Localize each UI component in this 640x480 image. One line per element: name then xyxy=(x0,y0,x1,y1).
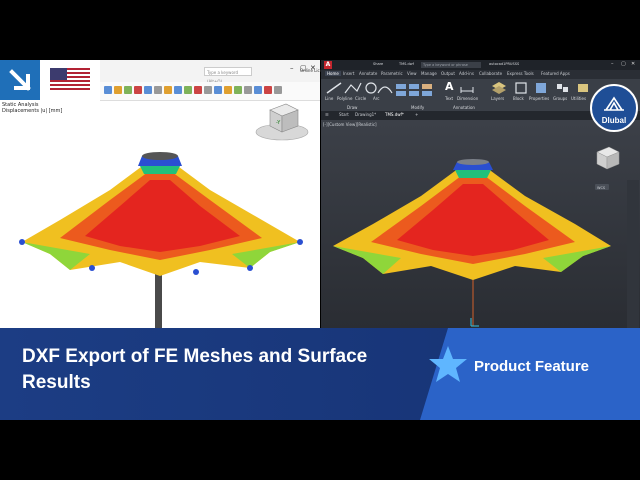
rfem-toolbar xyxy=(100,82,320,101)
text-tool-icon[interactable]: A xyxy=(445,80,454,93)
arrow-down-right-icon xyxy=(9,69,31,91)
tab-featured-apps[interactable]: Featured Apps xyxy=(541,71,570,76)
umbrella-model-left xyxy=(19,152,303,328)
rfem-titlebar: Type a keyword (Alt+Q) Online License 6 … xyxy=(100,60,412,84)
dlubal-logo: Dlubal xyxy=(590,84,638,132)
minimize-icon[interactable]: – xyxy=(290,64,294,72)
viewport-label[interactable]: [-][Custom View][Realistic] xyxy=(323,122,377,127)
rfem-search-input[interactable]: Type a keyword (Alt+Q) xyxy=(204,67,252,84)
groups-icon[interactable] xyxy=(555,81,571,95)
info-line-result: Displacements |u| [mm] xyxy=(2,108,63,114)
dlubal-logo-text: Dlubal xyxy=(601,116,627,125)
tab-express-tools[interactable]: Express Tools xyxy=(507,71,534,76)
panel-label-draw: Draw xyxy=(347,105,358,110)
dimension-tool-icon[interactable] xyxy=(459,81,475,95)
us-flag xyxy=(40,60,100,100)
toolbar-tool-icon[interactable] xyxy=(264,86,272,94)
view-cube[interactable]: -Y xyxy=(252,100,312,144)
cad-user-label[interactable]: autocad1PRUSSS xyxy=(489,62,519,66)
toolbar-tool-icon[interactable] xyxy=(124,86,132,94)
cad-file-name: TMS.dwf xyxy=(399,62,414,66)
tab-view[interactable]: View xyxy=(407,71,417,76)
product-feature-label: Product Feature xyxy=(474,358,590,375)
doc-tab-tms[interactable]: TMS.dwf* xyxy=(385,112,404,117)
umbrella-model-right xyxy=(333,159,611,327)
line-tool-icon[interactable] xyxy=(325,81,345,95)
tab-home[interactable]: Home xyxy=(325,71,341,76)
letterbox-bottom xyxy=(0,420,640,480)
toolbar-tool-icon[interactable] xyxy=(164,86,172,94)
tool-label-arc: Arc xyxy=(373,96,380,101)
tab-output[interactable]: Output xyxy=(441,71,455,76)
tool-label-line: Line xyxy=(325,96,334,101)
block-icon[interactable] xyxy=(513,81,529,95)
close-icon[interactable]: ✕ xyxy=(631,61,635,67)
doc-tab-drawing1[interactable]: Drawing1* xyxy=(355,112,376,117)
tab-annotate[interactable]: Annotate xyxy=(359,71,377,76)
maximize-icon[interactable]: ▢ xyxy=(621,61,626,67)
tool-label-dimension: Dimension xyxy=(457,96,479,101)
result-info: Static Analysis Displacements |u| [mm] xyxy=(2,102,62,114)
tool-label-properties: Properties xyxy=(529,96,550,101)
properties-icon[interactable] xyxy=(533,81,549,95)
tool-label-circle: Circle xyxy=(355,96,367,101)
toolbar-tool-icon[interactable] xyxy=(214,86,222,94)
cad-titlebar: A Share TMS.dwf Type a keyword or phrase… xyxy=(321,60,640,70)
ribbon-tabs: Home Insert Annotate Parametric View Man… xyxy=(321,70,640,79)
banner-title: DXF Export of FE Meshes and Surface Resu… xyxy=(22,346,368,393)
toolbar-tool-icon[interactable] xyxy=(204,86,212,94)
tool-label-block: Block xyxy=(513,96,524,101)
letterbox-top xyxy=(0,0,640,60)
cad-app-logo-icon[interactable]: A xyxy=(324,61,332,69)
toolbar-tool-icon[interactable] xyxy=(194,86,202,94)
tool-label-polyline: Polyline xyxy=(337,96,353,101)
navigation-bar xyxy=(627,180,639,328)
panel-label-annotation: Annotation xyxy=(453,105,475,110)
tab-parametric[interactable]: Parametric xyxy=(381,71,403,76)
tool-label-groups: Groups xyxy=(553,96,568,101)
tool-label-utilities: Utilities xyxy=(571,96,587,101)
toolbar-tool-icon[interactable] xyxy=(244,86,252,94)
add-tab-icon[interactable]: + xyxy=(415,112,418,117)
layers-icon[interactable] xyxy=(491,81,507,95)
doc-tab-start[interactable]: Start xyxy=(339,112,349,117)
toolbar-tool-icon[interactable] xyxy=(104,86,112,94)
cad-search-input[interactable]: Type a keyword or phrase xyxy=(421,62,481,68)
modify-tools-icon[interactable] xyxy=(395,83,445,97)
toolbar-tool-icon[interactable] xyxy=(274,86,282,94)
polyline-tool-icon[interactable] xyxy=(343,81,363,95)
thumbnail-stage: Type a keyword (Alt+Q) Online License 6 … xyxy=(0,60,640,420)
toolbar-tool-icon[interactable] xyxy=(254,86,262,94)
toolbar-tool-icon[interactable] xyxy=(154,86,162,94)
tab-manage[interactable]: Manage xyxy=(421,71,437,76)
toolbar-tool-icon[interactable] xyxy=(114,86,122,94)
tab-add-ins[interactable]: Add-ins xyxy=(459,71,474,76)
arc-tool-icon[interactable] xyxy=(375,81,395,95)
toolbar-tool-icon[interactable] xyxy=(134,86,142,94)
rfem-window: Type a keyword (Alt+Q) Online License 6 … xyxy=(0,60,412,328)
bridge-icon xyxy=(604,96,624,111)
panel-label-modify: Modify xyxy=(411,105,425,110)
tool-label-layers: Layers xyxy=(491,96,505,101)
minimize-icon[interactable]: – xyxy=(611,61,614,67)
toolbar-tool-icon[interactable] xyxy=(224,86,232,94)
tab-insert[interactable]: Insert xyxy=(343,71,354,76)
utilities-icon[interactable] xyxy=(575,81,591,95)
doc-menu-icon[interactable]: ☰ xyxy=(325,112,329,117)
tab-collaborate[interactable]: Collaborate xyxy=(479,71,502,76)
maximize-icon[interactable]: ▢ xyxy=(300,64,307,72)
star-icon xyxy=(429,346,467,382)
close-icon[interactable]: ✕ xyxy=(310,64,316,72)
tool-label-text: Text xyxy=(445,96,454,101)
share-button[interactable]: Share xyxy=(373,62,383,66)
us-flag-icon xyxy=(50,68,90,92)
corner-arrow-badge xyxy=(0,60,40,100)
toolbar-tool-icon[interactable] xyxy=(234,86,242,94)
toolbar-tool-icon[interactable] xyxy=(144,86,152,94)
toolbar-tool-icon[interactable] xyxy=(174,86,182,94)
toolbar-tool-icon[interactable] xyxy=(184,86,192,94)
